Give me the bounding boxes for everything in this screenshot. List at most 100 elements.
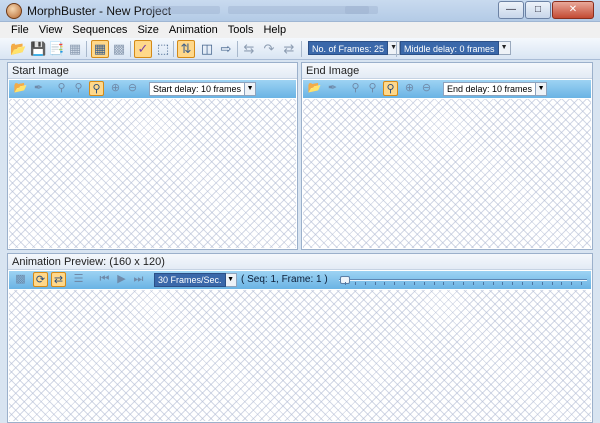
zoom-minus-icon[interactable]: ⊖: [419, 81, 434, 96]
start-image-canvas[interactable]: [9, 99, 296, 248]
frame-slider-tick: [443, 282, 445, 285]
open-folder-icon[interactable]: 📂: [10, 41, 26, 57]
end-image-panel: End Image 📂 ✒ ⚲ ⚲ ⚲ ⊕ ⊖ End delay: 10 fr…: [301, 62, 593, 250]
frame-slider-tick: [413, 282, 415, 285]
frames-count-value: No. of Frames: 25: [308, 41, 389, 55]
menu-tools[interactable]: Tools: [223, 22, 259, 38]
save-icon[interactable]: 💾: [30, 41, 46, 57]
chevron-down-icon[interactable]: ▼: [388, 41, 401, 55]
frame-slider-tick: [433, 282, 435, 285]
end-delay-value: End delay: 10 frames: [443, 82, 537, 96]
open-folder-icon[interactable]: 📂: [13, 81, 28, 96]
app-icon[interactable]: [6, 3, 22, 19]
frame-slider-tick: [384, 282, 386, 285]
menu-file[interactable]: File: [6, 22, 34, 38]
toolbar-separator: [86, 41, 87, 57]
zoom-plus-icon[interactable]: ⊕: [108, 81, 123, 96]
frame-slider-tick: [394, 282, 396, 285]
zoom-fit-icon[interactable]: ⚲: [54, 81, 69, 96]
end-delay-select[interactable]: End delay: 10 frames ▼: [443, 82, 548, 96]
frame-slider-tick: [482, 282, 484, 285]
menu-view[interactable]: View: [34, 22, 68, 38]
film-icon[interactable]: ▩: [13, 272, 28, 287]
chevron-down-icon[interactable]: ▼: [536, 82, 548, 96]
end-image-toolbar: 📂 ✒ ⚲ ⚲ ⚲ ⊕ ⊖ End delay: 10 frames ▼: [303, 80, 591, 98]
frame-slider-tick: [364, 282, 366, 285]
frames-strip-icon[interactable]: ☰: [71, 272, 86, 287]
start-delay-value: Start delay: 10 frames: [149, 82, 246, 96]
pingpong-icon[interactable]: ⇄: [51, 272, 66, 287]
end-image-canvas[interactable]: [303, 99, 591, 248]
last-frame-icon[interactable]: ⏭: [131, 272, 146, 287]
minimize-button[interactable]: —: [498, 1, 524, 19]
chevron-down-icon[interactable]: ▼: [498, 41, 511, 55]
first-frame-icon[interactable]: ⏮: [97, 272, 112, 287]
undo-icon[interactable]: ⇆: [241, 41, 257, 57]
start-image-title: Start Image: [8, 63, 297, 79]
middle-delay-select[interactable]: Middle delay: 0 frames ▼: [400, 41, 511, 55]
menu-help[interactable]: Help: [258, 22, 291, 38]
zoom-actual-icon[interactable]: ⚲: [89, 81, 104, 96]
animation-preview-panel: Animation Preview: (160 x 120) ▩ ⟳ ⇄ ☰ ⏮…: [7, 253, 593, 423]
frame-slider-tick: [453, 282, 455, 285]
play-icon[interactable]: ▶: [114, 272, 129, 287]
title-blur: [345, 6, 369, 14]
zoom-minus-icon[interactable]: ⊖: [125, 81, 140, 96]
animation-preview-canvas[interactable]: [9, 290, 591, 421]
zoom-in-icon[interactable]: ⚲: [71, 81, 86, 96]
menu-sequences[interactable]: Sequences: [67, 22, 132, 38]
toolbar-separator: [173, 41, 174, 57]
eyedropper-icon[interactable]: ✒: [31, 81, 46, 96]
swap-icon[interactable]: ⇄: [281, 41, 297, 57]
menu-size[interactable]: Size: [132, 22, 163, 38]
maximize-button[interactable]: □: [525, 1, 551, 19]
title-bar: MorphBuster - New Project — □ ✕: [0, 0, 600, 22]
frame-slider-tick: [374, 282, 376, 285]
frame-slider-tick: [541, 282, 543, 285]
frame-slider-tick: [423, 282, 425, 285]
sequence-icon[interactable]: ⇅: [177, 40, 195, 58]
frame-slider-tick: [354, 282, 356, 285]
frame-slider-tick: [404, 282, 405, 285]
frame-slider-tick: [463, 282, 464, 285]
frame-slider-track: [339, 279, 587, 281]
print-icon[interactable]: ▦: [67, 41, 83, 57]
frames-count-select[interactable]: No. of Frames: 25 ▼: [308, 41, 401, 55]
export-icon[interactable]: ⇨: [218, 41, 234, 57]
frame-slider[interactable]: [339, 276, 587, 285]
zoom-in-icon[interactable]: ⚲: [365, 81, 380, 96]
animation-preview-toolbar: ▩ ⟳ ⇄ ☰ ⏮ ▶ ⏭ 30 Frames/Sec. ▼ ( Seq: 1,…: [9, 271, 591, 289]
main-toolbar: 📂 💾 📑 ▦ ▦ ▩ ✓ ⬚ ⇅ ◫ ⇨ ⇆ ↷ ⇄ No. of Frame…: [0, 38, 600, 60]
fps-select[interactable]: 30 Frames/Sec. ▼: [154, 273, 237, 287]
redo-icon[interactable]: ↷: [261, 41, 277, 57]
save-as-icon[interactable]: 📑: [48, 41, 64, 57]
animation-preview-title: Animation Preview: (160 x 120): [8, 254, 592, 270]
frame-slider-tick: [571, 282, 573, 285]
zoom-plus-icon[interactable]: ⊕: [402, 81, 417, 96]
eyedropper-icon[interactable]: ✒: [325, 81, 340, 96]
start-image-panel: Start Image 📂 ✒ ⚲ ⚲ ⚲ ⊕ ⊖ Start delay: 1…: [7, 62, 298, 250]
menu-bar: File View Sequences Size Animation Tools…: [0, 22, 600, 38]
frames-icon[interactable]: ◫: [199, 41, 215, 57]
frame-slider-tick: [502, 282, 504, 285]
properties-icon[interactable]: ▦: [91, 40, 109, 58]
frame-slider-tick: [492, 282, 494, 285]
toolbar-separator: [396, 41, 397, 57]
film-icon[interactable]: ▩: [111, 41, 127, 57]
start-image-toolbar: 📂 ✒ ⚲ ⚲ ⚲ ⊕ ⊖ Start delay: 10 frames ▼: [9, 80, 296, 98]
zoom-actual-icon[interactable]: ⚲: [383, 81, 398, 96]
zoom-fit-icon[interactable]: ⚲: [348, 81, 363, 96]
end-image-title: End Image: [302, 63, 592, 79]
frame-slider-tick: [531, 282, 533, 285]
start-delay-select[interactable]: Start delay: 10 frames ▼: [149, 82, 257, 96]
chevron-down-icon[interactable]: ▼: [225, 273, 237, 287]
close-button[interactable]: ✕: [552, 1, 594, 19]
brush-icon[interactable]: ✓: [134, 40, 152, 58]
select-rectangle-icon[interactable]: ⬚: [155, 41, 171, 57]
toolbar-separator: [237, 41, 238, 57]
frame-slider-tick: [512, 282, 514, 285]
chevron-down-icon[interactable]: ▼: [245, 82, 257, 96]
loop-icon[interactable]: ⟳: [33, 272, 48, 287]
open-folder-icon[interactable]: 📂: [307, 81, 322, 96]
menu-animation[interactable]: Animation: [164, 22, 223, 38]
